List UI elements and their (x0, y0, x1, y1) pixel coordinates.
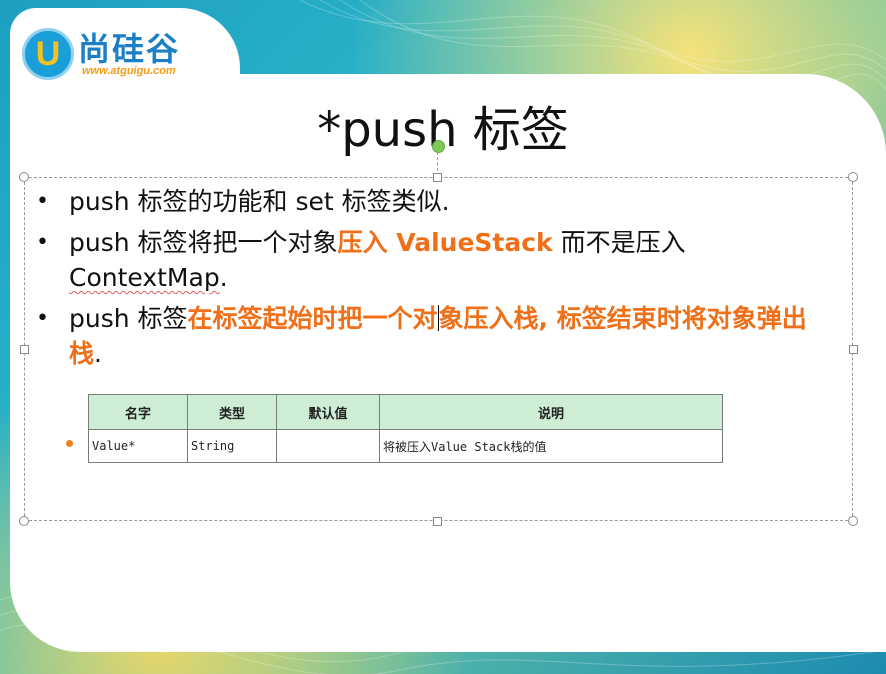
resize-handle-bottom-left[interactable] (19, 516, 29, 526)
column-header-default: 默认值 (276, 394, 380, 430)
table-cell-default (276, 429, 380, 463)
brand-url: www.atguigu.com (82, 65, 176, 77)
bullet-text: push 标签的功能和 set 标签类似. (69, 187, 450, 216)
bullet-dot-icon: • (36, 189, 49, 214)
resize-handle-bottom-right[interactable] (848, 516, 858, 526)
bullet-list[interactable]: • push 标签的功能和 set 标签类似. • push 标签将把一个对象压… (36, 184, 836, 377)
resize-handle-left[interactable] (20, 345, 29, 354)
logo-letter: U (35, 34, 61, 73)
bullet-item[interactable]: • push 标签的功能和 set 标签类似. (36, 184, 836, 219)
bullet-text: push 标签 (69, 304, 188, 333)
column-header-type: 类型 (187, 394, 277, 430)
table-cell-name: Value* (88, 429, 188, 463)
column-header-name: 名字 (88, 394, 188, 430)
logo-text: 尚硅谷 www.atguigu.com (78, 31, 180, 77)
highlight-text: 压入 ValueStack (337, 228, 553, 257)
table-bullet-dot-icon (66, 440, 73, 447)
bullet-text: push 标签将把一个对象 (69, 228, 338, 257)
table-row: Value* String 将被压入Value Stack栈的值 (88, 429, 723, 463)
bullet-text-misspelled: ContextMap (69, 263, 220, 292)
table-header-row: 名字 类型 默认值 说明 (88, 394, 723, 430)
bullet-item[interactable]: • push 标签将把一个对象压入 ValueStack 而不是压入 Conte… (36, 225, 836, 295)
bullet-dot-icon: • (36, 306, 49, 331)
bullet-highlight: 压入 ValueStack (338, 228, 553, 257)
resize-handle-top-left[interactable] (19, 172, 29, 182)
bullet-text: . (219, 263, 228, 292)
table-cell-description: 将被压入Value Stack栈的值 (379, 429, 723, 463)
resize-handle-top-right[interactable] (848, 172, 858, 182)
brand-logo: U 尚硅谷 www.atguigu.com (22, 28, 180, 80)
column-header-description: 说明 (379, 394, 723, 430)
table-cell-type: String (187, 429, 277, 463)
resize-handle-top[interactable] (433, 173, 442, 182)
bullet-highlight: 在标签起始时把一个对 (187, 304, 438, 333)
resize-handle-bottom[interactable] (433, 517, 442, 526)
attribute-table-wrapper: 名字 类型 默认值 说明 Value* String 将被压入Value Sta… (88, 394, 723, 463)
bullet-dot-icon: • (36, 230, 49, 255)
bullet-text: 而不是压入 (552, 228, 686, 257)
attribute-table[interactable]: 名字 类型 默认值 说明 Value* String 将被压入Value Sta… (88, 394, 723, 463)
resize-handle-right[interactable] (849, 345, 858, 354)
logo-u-icon: U (22, 28, 74, 80)
bullet-text: . (94, 339, 102, 368)
brand-name: 尚硅谷 (78, 30, 181, 68)
bullet-item[interactable]: • push 标签在标签起始时把一个对象压入栈, 标签结束时将对象弹出栈. (36, 301, 836, 371)
rotate-handle[interactable] (432, 140, 445, 153)
